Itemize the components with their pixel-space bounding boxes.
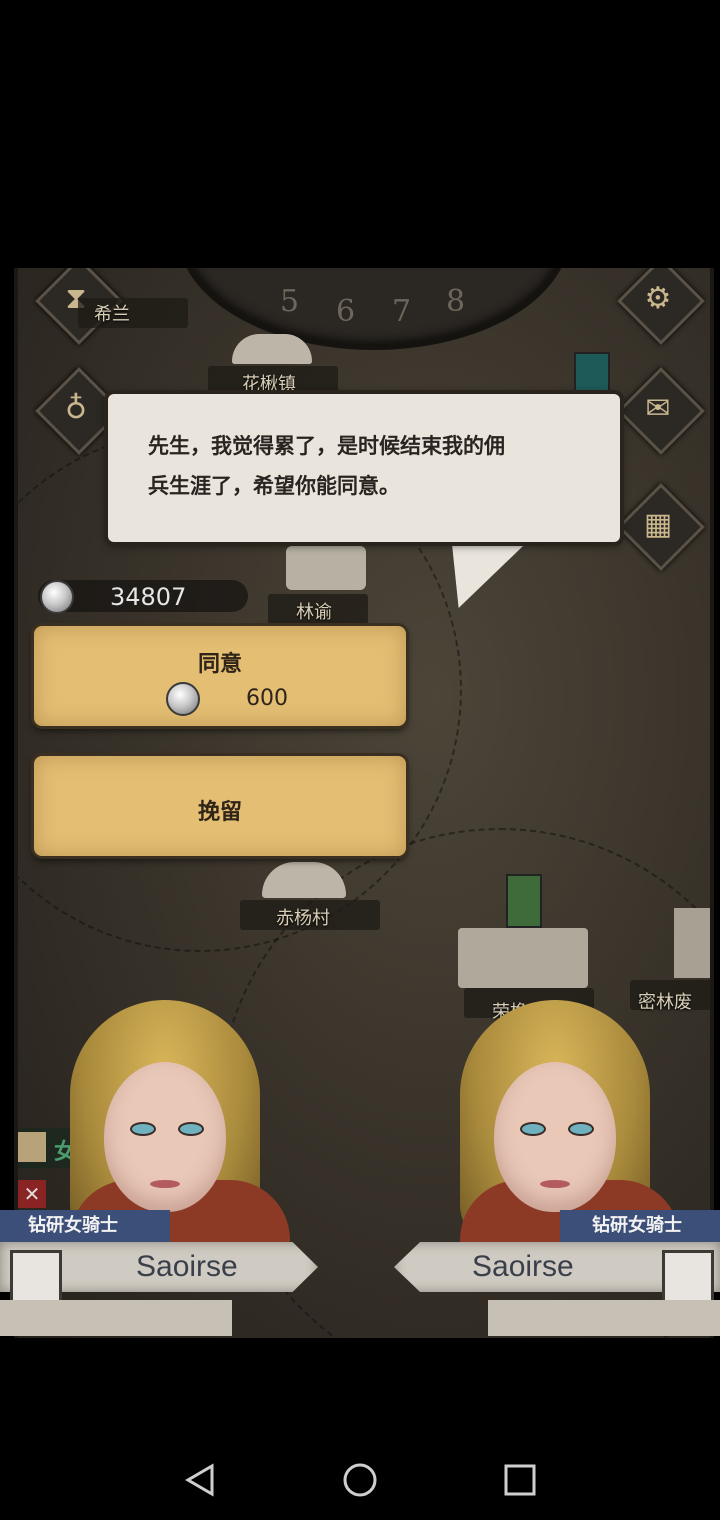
banner-flag [506,874,542,928]
town-label-xilan[interactable]: 希兰 [94,300,130,326]
silver-coin-icon [166,682,200,716]
sword-icon: ✕ [18,1180,46,1208]
town-label-chiyang[interactable]: 赤杨村 [276,904,330,930]
retain-label: 挽留 [197,800,242,825]
portrait-eye [520,1122,546,1136]
dialogue-line-1: 先生，我觉得累了，是时候结束我的佣 [148,434,505,458]
currency-display: 34807 [38,580,248,614]
portrait-lips [150,1180,180,1188]
home-icon[interactable] [340,1460,380,1500]
dialogue-line-2: 兵生涯了，希望你能同意。 [148,474,400,498]
character-class-right: 钻研女骑士 [560,1210,720,1242]
agree-button[interactable]: 同意 600 [34,626,406,726]
dialogue-text: 先生，我觉得累了，是时候结束我的佣 兵生涯了，希望你能同意。 [148,426,588,506]
banner-flag [574,352,610,400]
dial-number: 5 [280,284,300,319]
bag-icon: ♁ [65,390,87,426]
retain-button[interactable]: 挽留 [34,756,406,856]
portrait-eye [178,1122,204,1136]
system-nav-bar [0,1440,720,1520]
portrait-face [104,1062,226,1212]
dial-number: 8 [446,284,466,319]
town-label-linyu[interactable]: 林谕 [296,598,332,624]
ribbon-base-right [488,1300,720,1336]
portrait-face [494,1062,616,1212]
mail-icon: ✉ [645,390,671,426]
agree-label: 同意 [197,652,242,677]
castle-icon [18,1132,46,1162]
portrait-lips [540,1180,570,1188]
tower-building[interactable] [674,908,710,978]
town-building[interactable] [286,546,366,590]
back-icon[interactable] [180,1460,220,1500]
agree-cost: 600 [246,686,288,711]
speech-bubble: 先生，我觉得累了，是时候结束我的佣 兵生涯了，希望你能同意。 [108,394,620,542]
gear-icon: ⚙ [644,280,672,316]
grid-icon: ▦ [643,506,673,542]
town-building[interactable] [232,334,312,364]
silver-coin-icon [40,580,74,614]
portrait-eye [568,1122,594,1136]
currency-amount: 34807 [110,583,187,611]
character-class-right-text: 钻研女骑士 [592,1215,682,1236]
castle-building[interactable] [458,928,588,988]
portrait-eye [130,1122,156,1136]
character-class-left-text: 钻研女骑士 [28,1215,118,1236]
town-label-huaqiu[interactable]: 花楸镇 [242,370,296,396]
ribbon-base-left [0,1300,232,1336]
character-class-left: 钻研女骑士 [0,1210,170,1242]
dial-number: 6 [336,294,356,329]
time-dial[interactable]: 5 6 7 8 [178,268,570,350]
recents-icon[interactable] [500,1460,540,1500]
character-name-right: Saoirse [472,1250,574,1283]
dial-number: 7 [392,294,412,329]
character-name-left: Saoirse [136,1250,238,1283]
